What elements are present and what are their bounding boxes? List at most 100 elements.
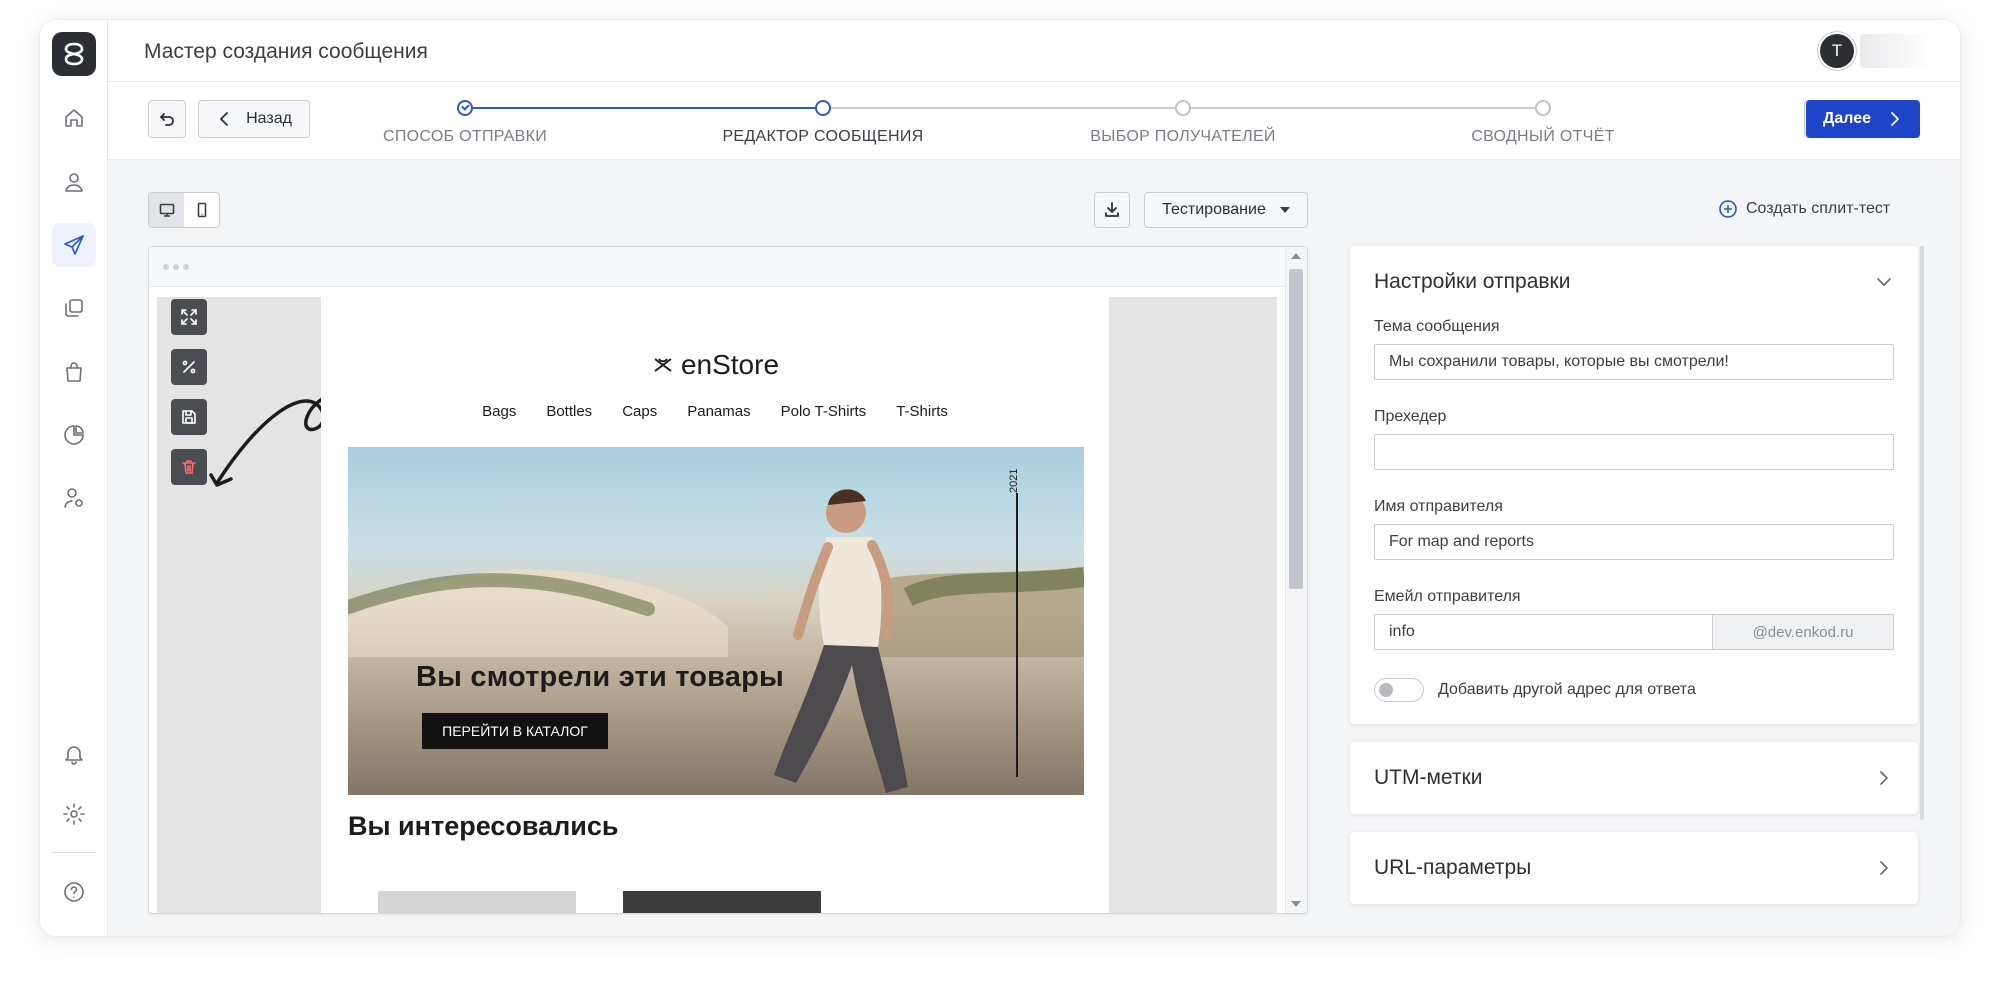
user-icon	[65, 173, 83, 192]
email-editor: enStore Bags Bottles Caps Panamas Polo T…	[148, 246, 1308, 914]
hero-cta-button[interactable]: ПЕРЕЙТИ В КАТАЛОГ	[422, 713, 608, 749]
step-dot-3[interactable]	[1175, 100, 1191, 116]
settings-scrollbar[interactable]	[1920, 246, 1924, 820]
reply-address-toggle[interactable]	[1374, 678, 1424, 702]
menu-item-polo[interactable]: Polo T-Shirts	[781, 403, 867, 420]
step-label-1[interactable]: СПОСОБ ОТПРАВКИ	[383, 128, 547, 146]
editor-topbar	[149, 247, 1285, 287]
editor-scrollbar[interactable]	[1285, 247, 1307, 913]
brand-name: enStore	[680, 349, 780, 380]
menu-item-tshirts[interactable]: T-Shirts	[896, 403, 948, 420]
save-block-tool-button[interactable]	[171, 399, 207, 435]
testing-dropdown-label: Тестирование	[1162, 201, 1266, 218]
sender-email-domain: @dev.enkod.ru	[1712, 614, 1894, 650]
scroll-up-icon[interactable]	[1291, 253, 1301, 259]
step-label-3[interactable]: ВЫБОР ПОЛУЧАТЕЛЕЙ	[1090, 128, 1275, 146]
nav-analytics[interactable]	[52, 413, 96, 457]
scroll-down-icon[interactable]	[1291, 901, 1301, 907]
download-icon	[1105, 202, 1119, 217]
app-window: Мастер создания сообщения T Назад СПОСОБ…	[40, 20, 1960, 936]
back-button[interactable]: Назад	[198, 100, 310, 138]
step-dot-1[interactable]	[457, 100, 473, 116]
reply-address-label: Добавить другой адрес для ответа	[1438, 681, 1696, 698]
subject-label: Тема сообщения	[1374, 318, 1500, 335]
nav-user-settings[interactable]	[52, 476, 96, 520]
bag-icon	[66, 362, 82, 382]
avatar[interactable]: T	[1820, 34, 1854, 68]
email-body[interactable]: enStore Bags Bottles Caps Panamas Polo T…	[321, 297, 1109, 913]
scroll-thumb[interactable]	[1289, 269, 1303, 589]
home-icon	[65, 109, 83, 127]
url-params-title: URL-параметры	[1374, 856, 1532, 879]
nav-templates[interactable]	[52, 286, 96, 330]
hero-banner[interactable]: 2021 Вы смотрели эти товары ПЕРЕЙТИ В КА…	[348, 447, 1084, 795]
subject-input[interactable]: Мы сохранили товары, которые вы смотрели…	[1374, 344, 1894, 380]
discount-tool-button[interactable]	[171, 349, 207, 385]
utm-panel[interactable]: UTM-метки	[1350, 742, 1918, 814]
preheader-input[interactable]	[1374, 434, 1894, 470]
help-icon	[64, 882, 84, 902]
editor-drag-handle[interactable]	[163, 264, 189, 270]
desktop-icon	[159, 203, 174, 217]
create-split-test-link[interactable]: Создать сплит-тест	[1718, 199, 1890, 219]
hero-shade	[348, 603, 1084, 795]
nav-contacts[interactable]	[52, 160, 96, 204]
undo-button[interactable]	[148, 100, 186, 138]
menu-item-bottles[interactable]: Bottles	[546, 403, 592, 420]
sender-name-label: Имя отправителя	[1374, 498, 1503, 515]
download-button[interactable]	[1094, 192, 1130, 228]
split-test-label: Создать сплит-тест	[1746, 200, 1891, 217]
plus-circle-icon	[1719, 200, 1737, 218]
chevron-left-icon	[220, 112, 228, 126]
send-settings-title[interactable]: Настройки отправки	[1374, 270, 1570, 294]
next-button[interactable]: Далее	[1806, 100, 1920, 138]
nav-help[interactable]	[52, 870, 96, 914]
wizard-bar: Назад СПОСОБ ОТПРАВКИ РЕДАКТОР СООБЩЕНИЯ…	[108, 82, 1960, 160]
mobile-view-button[interactable]	[184, 193, 219, 227]
undo-icon	[160, 113, 174, 126]
sender-name-input[interactable]: For map and reports	[1374, 524, 1894, 560]
hero-divider-line	[1016, 493, 1018, 777]
step-label-2[interactable]: РЕДАКТОР СООБЩЕНИЯ	[722, 128, 923, 146]
nav-notifications[interactable]	[52, 732, 96, 776]
step-dot-4[interactable]	[1535, 100, 1551, 116]
fullscreen-tool-button[interactable]	[171, 299, 207, 335]
preheader-label: Прехедер	[1374, 408, 1447, 425]
product-thumbnail-1[interactable]	[378, 891, 576, 913]
percent-icon	[182, 360, 196, 374]
stepper-line-done	[465, 107, 823, 109]
nav-messages[interactable]	[52, 223, 96, 267]
step-label-4[interactable]: СВОДНЫЙ ОТЧЁТ	[1471, 128, 1615, 146]
url-params-panel[interactable]: URL-параметры	[1350, 832, 1918, 904]
user-settings-icon	[64, 488, 83, 508]
nav-home[interactable]	[52, 96, 96, 140]
testing-dropdown[interactable]: Тестирование	[1144, 192, 1308, 228]
chevron-right-icon	[1891, 112, 1899, 126]
header: Мастер создания сообщения T	[108, 20, 1960, 82]
copy-icon	[65, 299, 83, 317]
product-thumbnail-2[interactable]	[623, 891, 821, 913]
mobile-icon	[197, 202, 206, 218]
brand-logo: enStore	[321, 349, 1109, 381]
hero-title: Вы смотрели эти товары	[416, 661, 785, 693]
step-dot-2[interactable]	[815, 100, 831, 116]
chevron-down-icon[interactable]	[1874, 272, 1894, 292]
menu-item-bags[interactable]: Bags	[482, 403, 516, 420]
next-button-label: Далее	[1822, 110, 1872, 127]
chevron-right-icon	[1880, 771, 1888, 785]
menu-item-caps[interactable]: Caps	[622, 403, 657, 420]
desktop-view-button[interactable]	[149, 193, 184, 227]
hero-model-image	[774, 489, 908, 793]
delete-tool-button[interactable]	[171, 449, 207, 485]
user-name-placeholder[interactable]	[1860, 34, 1930, 68]
back-button-label: Назад	[246, 110, 292, 127]
nav-settings[interactable]	[52, 792, 96, 836]
nav-products[interactable]	[52, 350, 96, 394]
chevron-right-icon	[1880, 861, 1888, 875]
app-logo[interactable]	[52, 32, 96, 76]
view-toggle	[148, 192, 220, 228]
logo-icon	[64, 42, 84, 66]
hero-year: 2021	[1008, 468, 1020, 493]
menu-item-panamas[interactable]: Panamas	[687, 403, 750, 420]
section-title: Вы интересовались	[348, 811, 619, 841]
